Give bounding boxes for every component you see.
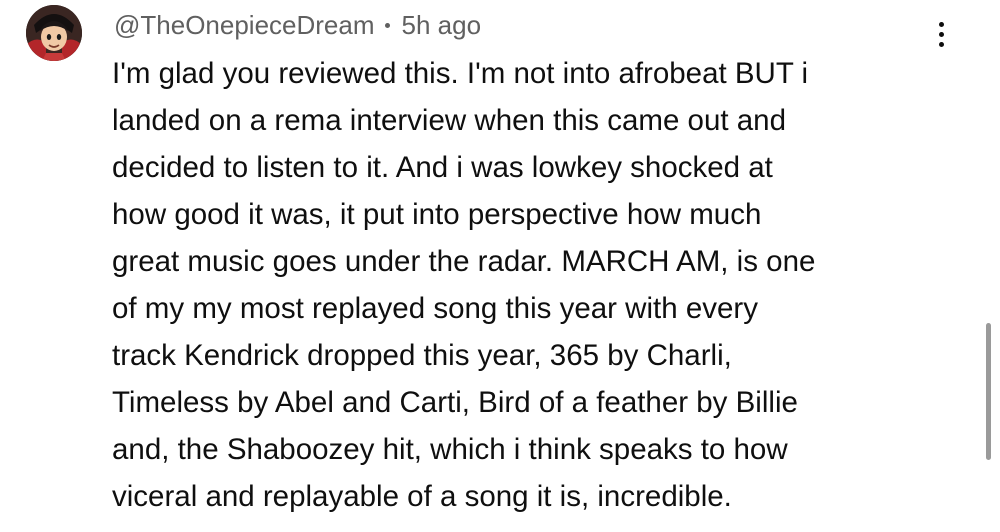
comment-line: and, the Shaboozey hit, which i think sp… bbox=[112, 433, 788, 466]
comment-line: viceral and replayable of a song it is, … bbox=[112, 480, 732, 513]
vertical-ellipsis-icon bbox=[938, 21, 944, 27]
author-name[interactable]: @TheOnepieceDream bbox=[114, 10, 375, 41]
comment-line: great music goes under the radar. MARCH … bbox=[112, 245, 816, 278]
scrollbar[interactable] bbox=[986, 323, 991, 460]
avatar-image bbox=[26, 5, 82, 61]
avatar[interactable] bbox=[26, 5, 82, 61]
comment-line: landed on a rema interview when this cam… bbox=[112, 104, 786, 137]
comment-line: decided to listen to it. And i was lowke… bbox=[112, 151, 773, 184]
more-options-button[interactable] bbox=[926, 14, 956, 54]
vertical-ellipsis-icon bbox=[938, 41, 944, 47]
comment-meta: @TheOnepieceDream 5h ago bbox=[114, 7, 481, 43]
comment-text: I'm glad you reviewed this. I'm not into… bbox=[112, 50, 932, 520]
separator-dot bbox=[384, 22, 390, 28]
comment-line: of my my most replayed song this year wi… bbox=[112, 292, 758, 325]
comment-line: Timeless by Abel and Carti, Bird of a fe… bbox=[112, 386, 798, 419]
comment-line: how good it was, it put into perspective… bbox=[112, 198, 762, 231]
vertical-ellipsis-icon bbox=[938, 31, 944, 37]
comment: @TheOnepieceDream 5h ago I'm glad you re… bbox=[0, 0, 1000, 532]
timestamp: 5h ago bbox=[401, 9, 482, 40]
comment-line: track Kendrick dropped this year, 365 by… bbox=[112, 339, 732, 372]
comment-line: I'm glad you reviewed this. I'm not into… bbox=[112, 57, 809, 90]
